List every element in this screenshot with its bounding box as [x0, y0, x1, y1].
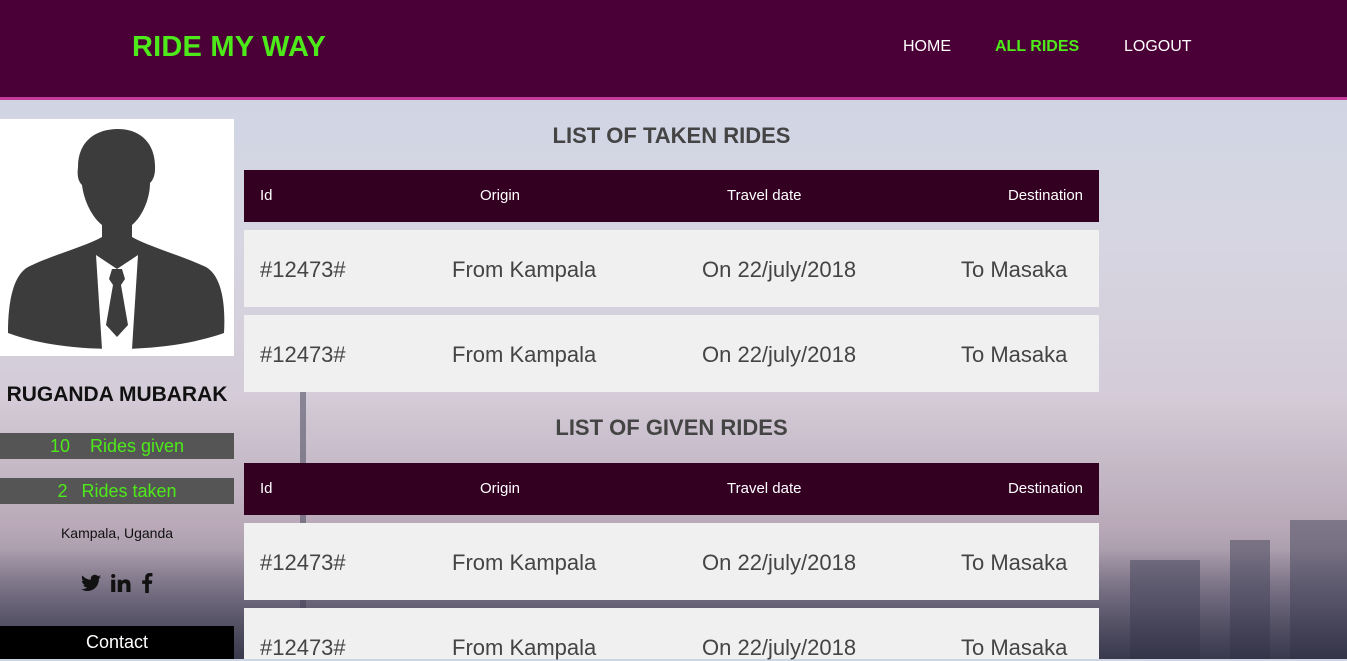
col-destination: Destination [1007, 187, 1083, 204]
col-origin: Origin [480, 480, 521, 497]
given-table-header: Id Origin Travel date Destination [244, 463, 1099, 515]
ride-origin: From Kampala [452, 635, 597, 660]
avatar [0, 119, 234, 356]
contact-button[interactable]: Contact [0, 626, 234, 659]
col-origin: Origin [480, 187, 521, 204]
ride-id: #12473# [260, 550, 346, 575]
top-navbar: RIDE MY WAY HOME ALL RIDES LOGOUT [0, 0, 1347, 100]
ride-date: On 22/july/2018 [702, 550, 857, 575]
col-id: Id [260, 187, 273, 204]
table-row[interactable]: #12473# From Kampala On 22/july/2018 To … [244, 608, 1099, 660]
twitter-icon[interactable] [81, 571, 107, 593]
ride-date: On 22/july/2018 [702, 342, 857, 367]
ride-id: #12473# [260, 342, 346, 367]
table-row[interactable]: #12473# From Kampala On 22/july/2018 To … [244, 523, 1099, 600]
linkedin-icon[interactable] [111, 571, 137, 593]
ride-destination: To Masaka [961, 257, 1068, 282]
profile-name: RUGANDA MUBARAK [6, 383, 228, 406]
rides-taken-count: 2 [57, 481, 68, 501]
ride-date: On 22/july/2018 [702, 257, 857, 282]
rides-taken-stat: 2 Rides taken [0, 478, 234, 504]
nav-home[interactable]: HOME [903, 38, 951, 56]
taken-table-header: Id Origin Travel date Destination [244, 170, 1099, 222]
table-row[interactable]: #12473# From Kampala On 22/july/2018 To … [244, 230, 1099, 307]
ride-id: #12473# [260, 635, 346, 660]
nav-logout[interactable]: LOGOUT [1124, 38, 1192, 56]
ride-destination: To Masaka [961, 550, 1068, 575]
brand-logo[interactable]: RIDE MY WAY [132, 31, 326, 64]
social-links [0, 571, 234, 594]
rides-given-count: 10 [49, 436, 70, 456]
col-destination: Destination [1007, 480, 1083, 497]
ride-destination: To Masaka [961, 342, 1068, 367]
rides-given-label: Rides given [89, 436, 185, 456]
col-id: Id [260, 480, 273, 497]
facebook-icon[interactable] [141, 571, 153, 593]
ride-destination: To Masaka [961, 635, 1068, 660]
ride-origin: From Kampala [452, 342, 597, 367]
rides-taken-label: Rides taken [81, 481, 177, 501]
profile-location: Kampala, Uganda [60, 525, 174, 541]
nav-all-rides[interactable]: ALL RIDES [995, 38, 1079, 56]
col-travel-date: Travel date [727, 480, 802, 497]
ride-origin: From Kampala [452, 550, 597, 575]
ride-origin: From Kampala [452, 257, 597, 282]
user-silhouette-icon [8, 129, 225, 349]
given-rides-title: LIST OF GIVEN RIDES [555, 415, 788, 440]
ride-id: #12473# [260, 257, 346, 282]
table-row[interactable]: #12473# From Kampala On 22/july/2018 To … [244, 315, 1099, 392]
ride-date: On 22/july/2018 [702, 635, 857, 660]
profile-card: RUGANDA MUBARAK 10 Rides given 2 Rides tak… [0, 119, 234, 659]
taken-rides-title: LIST OF TAKEN RIDES [552, 123, 791, 148]
rides-given-stat: 10 Rides given [0, 433, 234, 459]
col-travel-date: Travel date [727, 187, 802, 204]
